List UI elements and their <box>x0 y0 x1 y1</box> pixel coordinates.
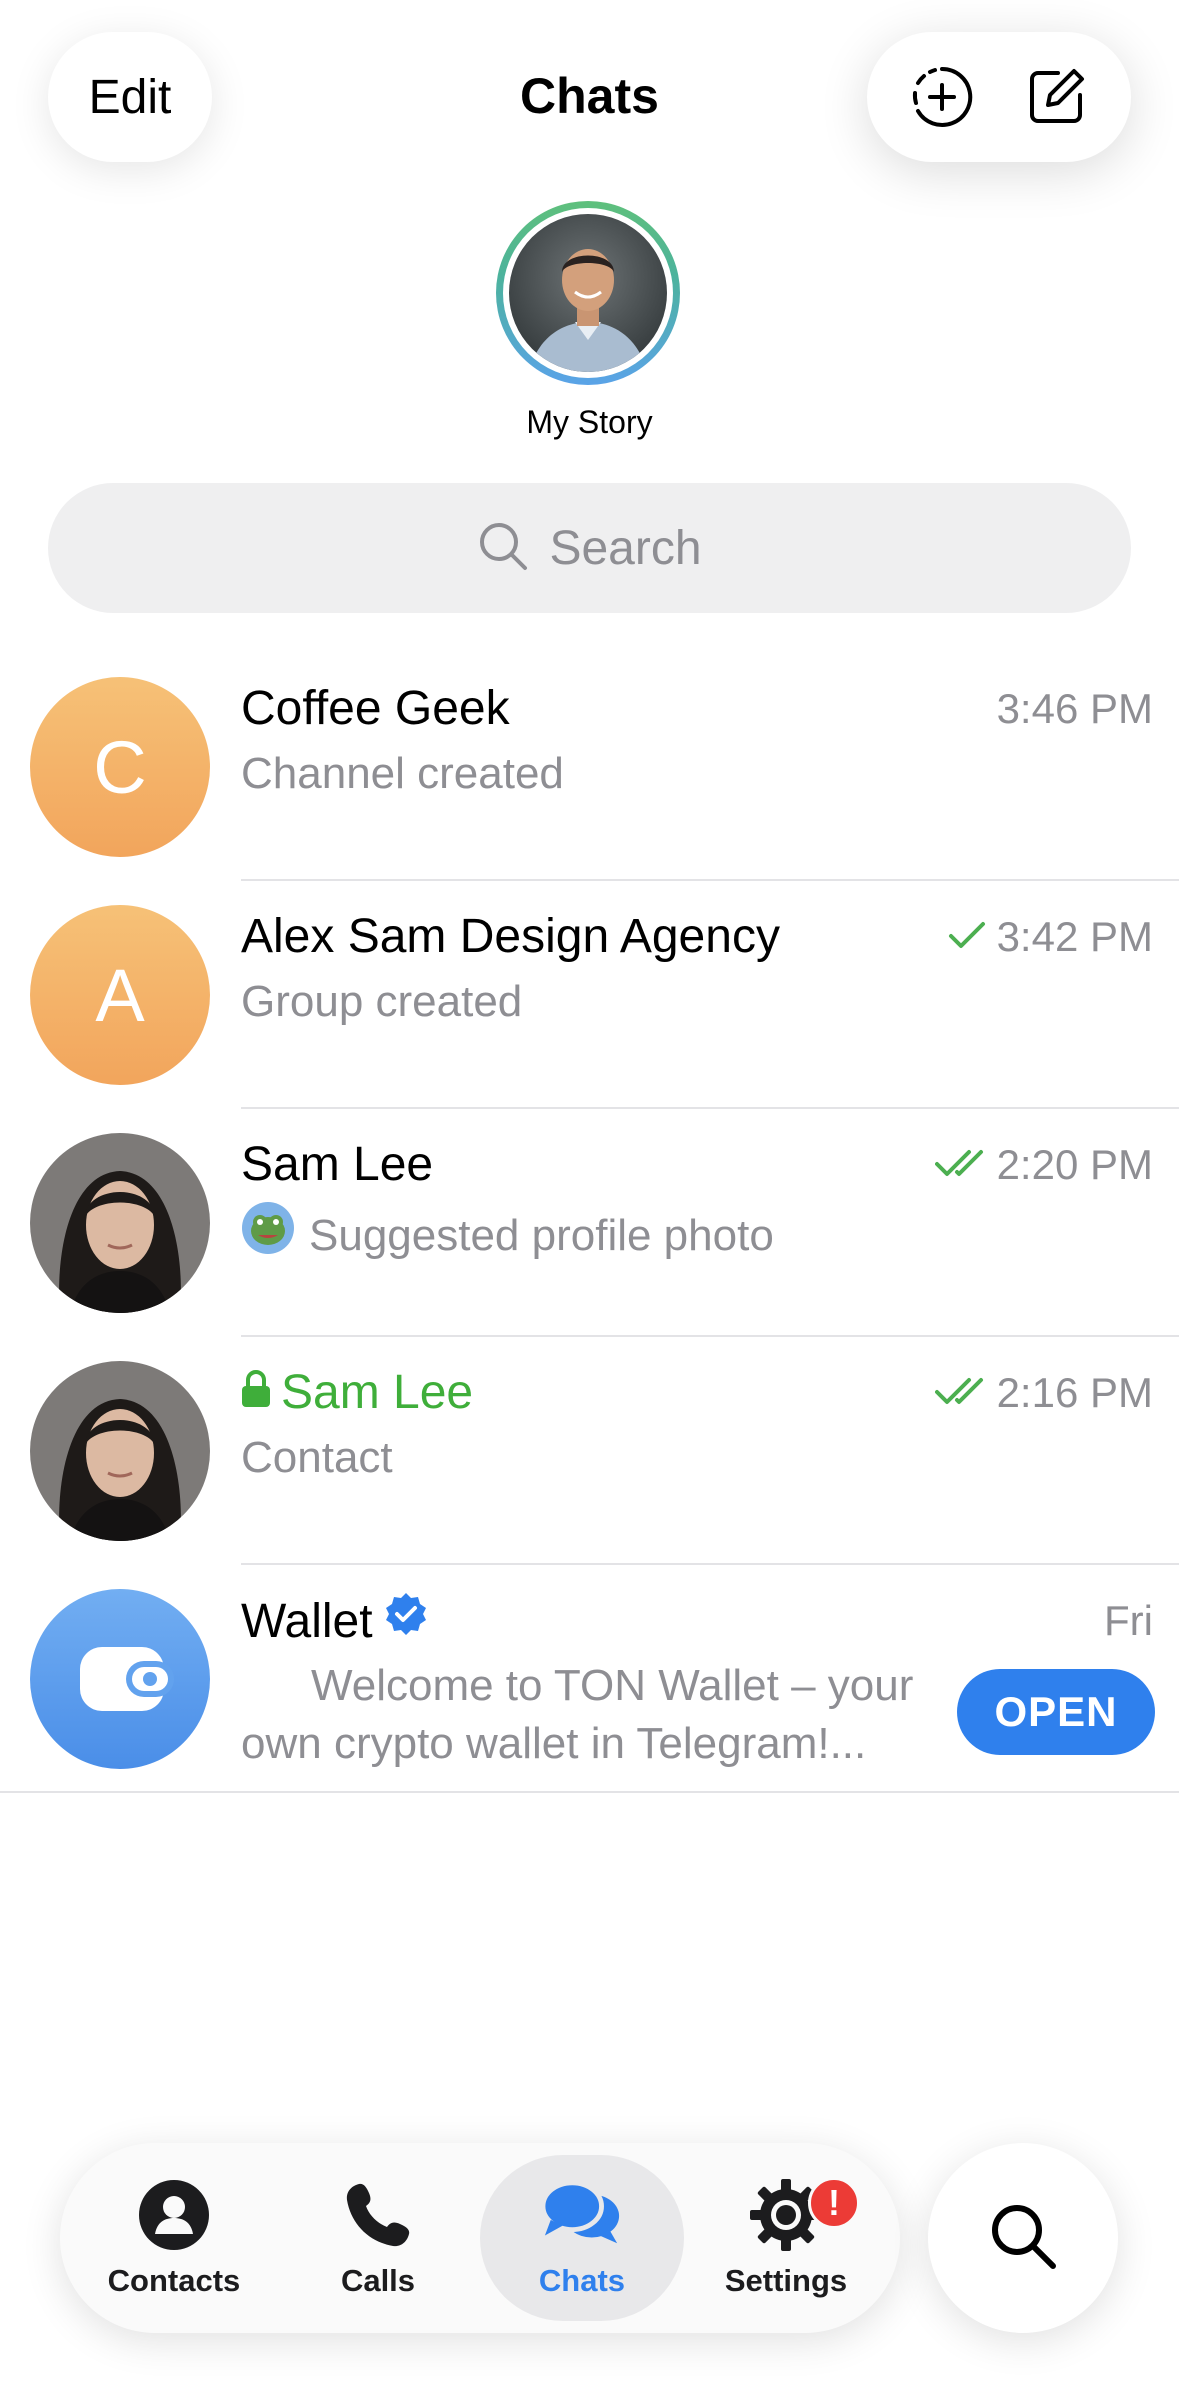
phone-icon <box>337 2177 419 2253</box>
add-story-icon[interactable] <box>907 62 977 132</box>
verified-badge-icon <box>383 1591 429 1652</box>
search-button[interactable] <box>928 2143 1118 2333</box>
sent-check-icon <box>947 909 987 965</box>
my-story-avatar[interactable] <box>496 201 680 385</box>
chat-time: 2:16 PM <box>934 1365 1153 1421</box>
read-double-check-icon <box>934 1365 987 1421</box>
chat-time: 3:46 PM <box>996 685 1153 732</box>
chat-row-sam-lee-secret[interactable]: Sam Lee 2:16 PM Contact <box>0 1337 1179 1565</box>
chat-time: 3:42 PM <box>947 909 1153 965</box>
avatar <box>30 1361 210 1541</box>
search-icon <box>987 2200 1059 2277</box>
chat-time: Fri <box>1104 1597 1153 1644</box>
person-icon <box>133 2177 215 2253</box>
tab-label: Calls <box>340 2263 416 2298</box>
chat-time: 2:20 PM <box>934 1137 1153 1193</box>
my-story-label: My Story <box>526 404 653 440</box>
chat-preview: Contact <box>241 1433 393 1482</box>
search-input[interactable]: Search <box>48 483 1131 613</box>
open-button[interactable]: OPEN <box>957 1669 1155 1755</box>
chat-row-sam-lee[interactable]: Sam Lee 2:20 PM Suggested profile photo <box>0 1109 1179 1337</box>
avatar: A <box>30 905 210 1085</box>
profile-photo-thumbnail-icon <box>241 1201 295 1270</box>
lock-icon <box>241 1363 271 1423</box>
chat-preview: Channel created <box>241 749 564 798</box>
chat-preview: Suggested profile photo <box>241 1201 774 1270</box>
tab-contacts[interactable]: Contacts <box>72 2155 276 2321</box>
chat-row-coffee-geek[interactable]: C Coffee Geek 3:46 PM Channel created <box>0 653 1179 881</box>
tab-label: Chats <box>538 2263 626 2298</box>
chat-name: Sam Lee <box>241 1363 473 1423</box>
chat-preview: Welcome to TON Wallet – your own crypto … <box>241 1661 914 1768</box>
tab-settings[interactable]: Settings ! <box>684 2155 888 2321</box>
chat-name: Alex Sam Design Agency <box>241 910 780 963</box>
chat-row-alex-sam[interactable]: A Alex Sam Design Agency 3:42 PM Group c… <box>0 881 1179 1109</box>
tab-calls[interactable]: Calls <box>276 2155 480 2321</box>
divider <box>0 1791 1179 1793</box>
notification-badge: ! <box>808 2177 860 2229</box>
chat-row-wallet[interactable]: Wallet Fri Welcome to TON Wallet – your … <box>0 1565 1179 1793</box>
chat-name: Wallet <box>241 1591 429 1652</box>
tab-label: Settings <box>724 2263 848 2298</box>
chat-list: C Coffee Geek 3:46 PM Channel created A … <box>0 653 1179 1793</box>
avatar <box>509 214 667 372</box>
avatar <box>30 1133 210 1313</box>
search-placeholder: Search <box>549 521 702 575</box>
tab-label: Contacts <box>107 2263 241 2298</box>
header-actions <box>867 32 1131 162</box>
search-icon <box>477 520 529 577</box>
read-double-check-icon <box>934 1137 987 1193</box>
compose-icon[interactable] <box>1021 62 1091 132</box>
wallet-avatar-icon <box>30 1589 210 1769</box>
chat-name: Coffee Geek <box>241 682 510 735</box>
avatar: C <box>30 677 210 857</box>
chat-preview: Group created <box>241 977 523 1026</box>
chat-name: Sam Lee <box>241 1138 434 1191</box>
chat-bubbles-icon <box>541 2177 623 2253</box>
tab-bar: Contacts Calls Chats Settings ! <box>60 2143 900 2333</box>
tab-chats[interactable]: Chats <box>480 2155 684 2321</box>
